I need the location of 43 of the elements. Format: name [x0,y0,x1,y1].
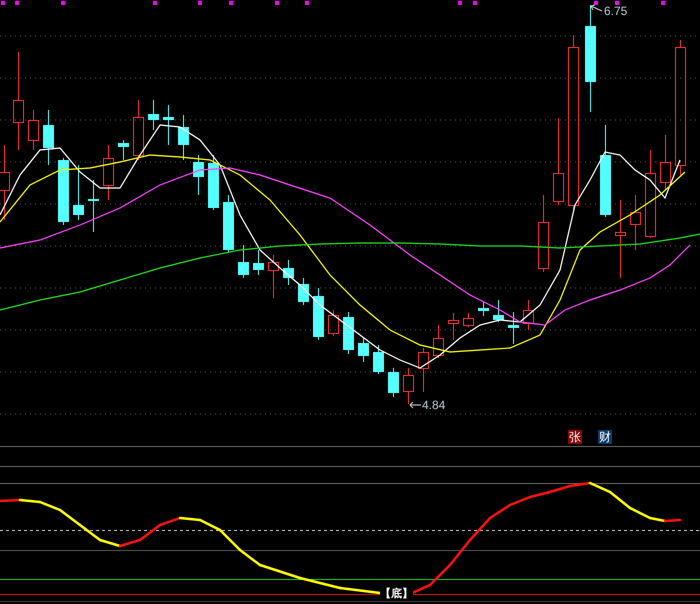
candlestick [373,344,384,374]
candlestick [148,100,159,130]
tag-badge: 张 [568,430,582,444]
candlestick [298,278,309,306]
candlestick [163,104,174,146]
candlestick [253,250,264,276]
tag-badge: 财 [598,430,612,444]
candlestick [223,194,234,252]
candlestick [660,134,671,190]
candlestick [358,338,369,362]
arrow-icon [590,4,602,12]
candlestick [193,154,204,196]
candlestick [283,260,294,286]
candlestick [43,110,54,166]
price-label: 4.84 [422,398,446,412]
candlestick [178,114,189,160]
candlestick [208,154,219,210]
candlestick [133,100,144,160]
candlestick [433,324,444,358]
price-label: 6.75 [604,4,628,18]
candlestick [118,140,129,160]
candlestick [73,164,84,220]
candlestick [28,110,39,150]
candlestick [268,254,279,298]
candlestick [88,180,99,232]
candlestick [493,300,504,322]
bottom-label: 【底】 [380,588,413,600]
arrow-icon [410,402,422,408]
candlestick [523,300,534,330]
candlestick [448,312,459,340]
candlestick [58,158,69,226]
candlestick [508,312,519,344]
candlestick [463,312,474,328]
candlestick [630,194,641,250]
candlestick [328,310,339,336]
candlestick [478,302,489,316]
candlestick [388,368,399,398]
candlestick [418,348,429,392]
candlestick [313,288,324,340]
candlestick [343,312,354,354]
candlestick [238,244,249,278]
candlestick [403,368,414,404]
candlestick [103,144,114,200]
